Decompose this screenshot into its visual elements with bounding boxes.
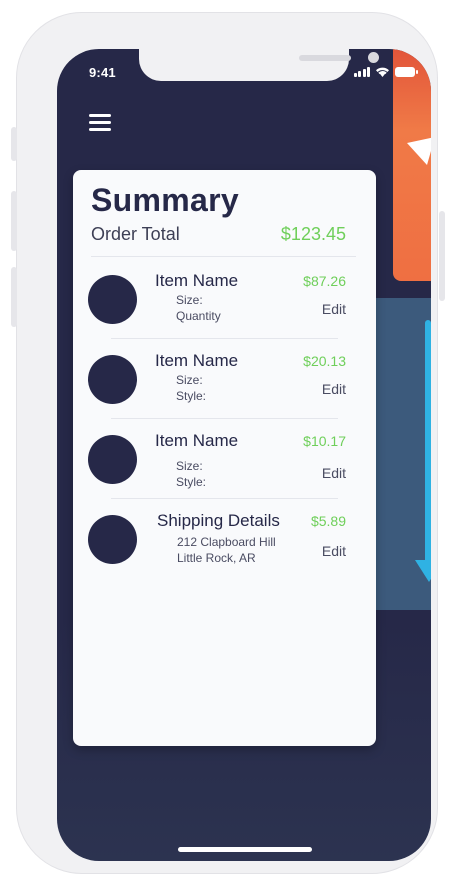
arrow-down-icon bbox=[425, 320, 431, 566]
edit-button[interactable]: Edit bbox=[322, 301, 346, 317]
order-total-label: Order Total bbox=[91, 224, 180, 244]
item-style: Style: bbox=[176, 389, 207, 403]
screen: 9:41 Summary Order Total $123.45 Item Na… bbox=[57, 49, 431, 861]
shipping-title: Shipping Details bbox=[157, 511, 280, 530]
status-time: 9:41 bbox=[89, 65, 116, 80]
shipping-address-line2: Little Rock, AR bbox=[177, 551, 256, 565]
home-indicator[interactable] bbox=[178, 847, 312, 852]
signal-icon bbox=[353, 66, 370, 77]
notch bbox=[139, 49, 379, 81]
summary-title: Summary bbox=[91, 182, 239, 218]
shipping-thumbnail bbox=[88, 515, 137, 564]
speaker bbox=[299, 55, 351, 61]
summary-card: Summary Order Total $123.45 Item Name $8… bbox=[73, 170, 376, 746]
item-price: $20.13 bbox=[303, 353, 346, 369]
item-price: $87.26 bbox=[303, 273, 346, 289]
arrow-down-icon-head bbox=[415, 560, 431, 582]
item-size: Size: bbox=[176, 293, 203, 307]
edit-button[interactable]: Edit bbox=[322, 543, 346, 559]
volume-up-button bbox=[11, 191, 17, 251]
background-card-orange[interactable] bbox=[393, 49, 431, 281]
battery-icon bbox=[395, 66, 418, 77]
front-camera bbox=[368, 52, 379, 63]
edit-button[interactable]: Edit bbox=[322, 465, 346, 481]
item-name: Item Name bbox=[155, 271, 239, 290]
item-name: Item Name bbox=[155, 351, 239, 370]
item-price: $10.17 bbox=[303, 433, 346, 449]
volume-down-button bbox=[11, 267, 17, 327]
send-icon bbox=[407, 137, 431, 165]
divider bbox=[91, 256, 356, 257]
mute-switch bbox=[11, 127, 17, 161]
item-name: Item Name bbox=[155, 431, 239, 450]
status-icons bbox=[353, 66, 418, 77]
item-size: Size: bbox=[176, 373, 203, 387]
list-item[interactable]: Item Name $10.17 Size: Style: Edit bbox=[73, 419, 376, 499]
edit-button[interactable]: Edit bbox=[322, 381, 346, 397]
shipping-details-item[interactable]: Shipping Details $5.89 212 Clapboard Hil… bbox=[73, 499, 376, 579]
shipping-price: $5.89 bbox=[310, 513, 346, 529]
list-item[interactable]: Item Name $87.26 Size: Quantity Edit bbox=[73, 259, 376, 339]
phone-frame: 9:41 Summary Order Total $123.45 Item Na… bbox=[11, 12, 445, 874]
shipping-address-line1: 212 Clapboard Hill bbox=[177, 535, 276, 549]
power-button bbox=[439, 211, 445, 301]
order-total-value: $123.45 bbox=[280, 224, 346, 244]
wifi-icon bbox=[376, 67, 389, 77]
list-item[interactable]: Item Name $20.13 Size: Style: Edit bbox=[73, 339, 376, 419]
item-thumbnail bbox=[88, 275, 137, 324]
menu-icon[interactable] bbox=[89, 114, 111, 132]
item-style: Style: bbox=[176, 475, 207, 489]
item-thumbnail bbox=[88, 435, 137, 484]
item-size: Size: bbox=[176, 459, 203, 473]
background-card-blue[interactable] bbox=[375, 298, 431, 610]
item-quantity: Quantity bbox=[176, 309, 221, 323]
item-thumbnail bbox=[88, 355, 137, 404]
